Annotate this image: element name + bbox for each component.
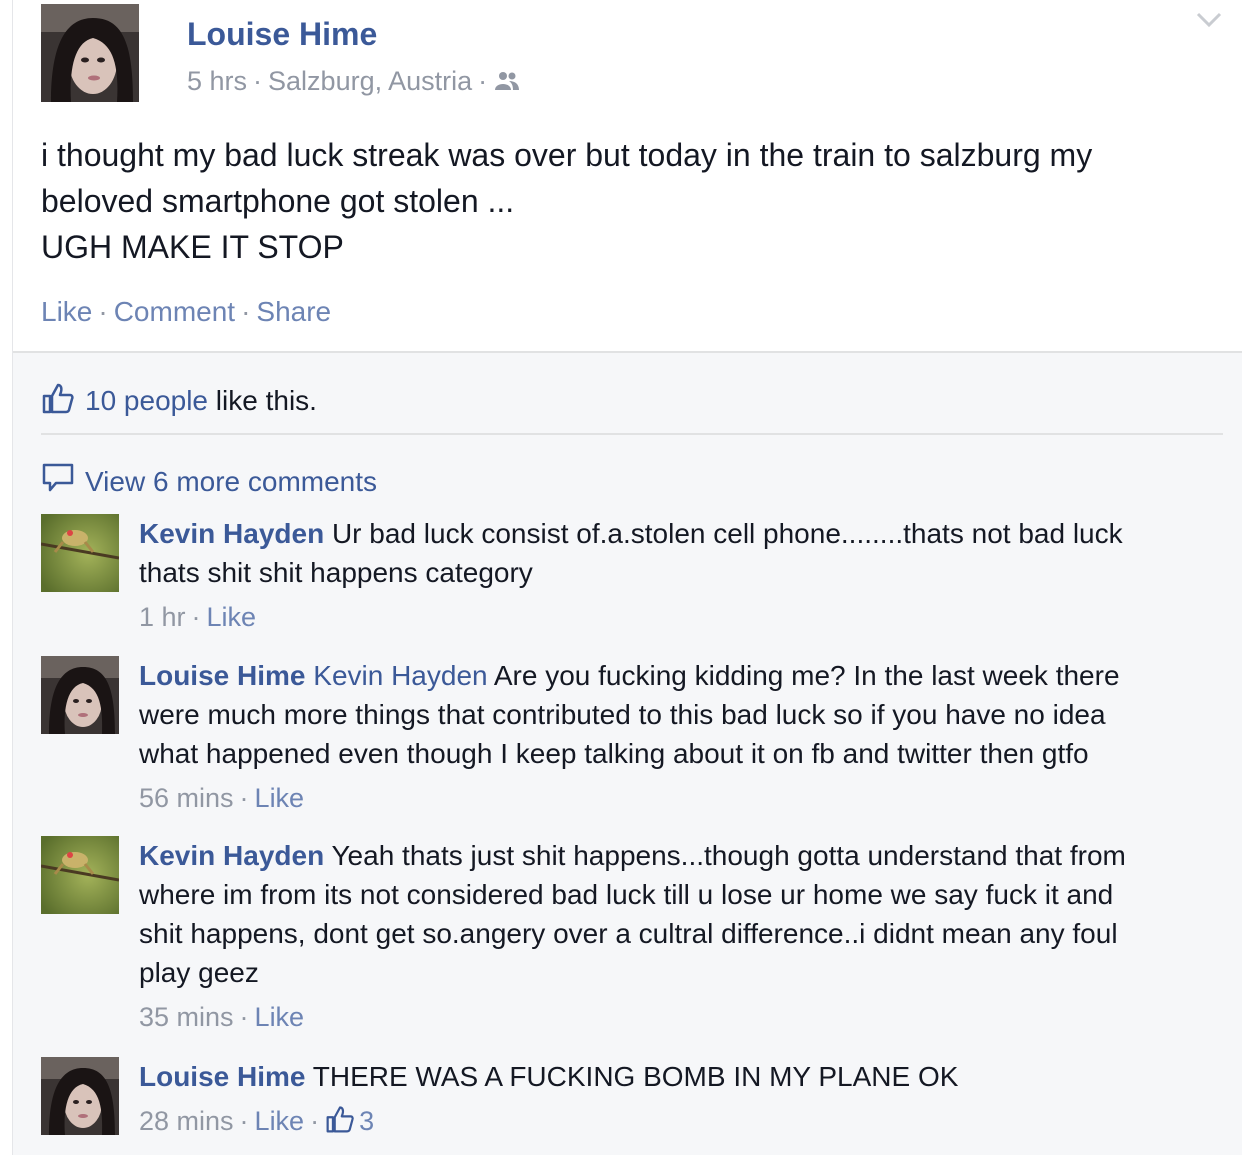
comment-text: THERE WAS A FUCKING BOMB IN MY PLANE OK (305, 1061, 959, 1092)
comment-body: Kevin Hayden Ur bad luck consist of.a.st… (139, 514, 1219, 637)
commenter-avatar[interactable] (41, 1057, 119, 1135)
comment-body: Louise Hime Kevin Hayden Are you fucking… (139, 656, 1219, 818)
comment-line: shit happens, dont get so.angery over a … (139, 918, 1118, 949)
view-more-comments[interactable]: View 6 more comments (41, 461, 377, 498)
author-avatar[interactable] (41, 4, 139, 102)
post-location[interactable]: Salzburg, Austria (268, 66, 472, 96)
comment-line: were much more things that contributed t… (139, 699, 1106, 730)
comment-like-link[interactable]: Like (255, 1106, 305, 1136)
separator-dot: · (310, 1106, 320, 1136)
separator-dot: · (98, 296, 108, 327)
share-link[interactable]: Share (256, 296, 331, 327)
like-link[interactable]: Like (41, 296, 92, 327)
comment-text: Are you fucking kidding me? In the last … (487, 660, 1120, 691)
separator-dot: · (239, 783, 249, 813)
comment-text: Ur bad luck consist of.a.stolen cell pho… (324, 518, 1123, 549)
likes-suffix: like this. (208, 385, 317, 416)
frog-photo-icon (41, 514, 119, 592)
comment-line: thats shit shit happens category (139, 557, 533, 588)
commenter-name[interactable]: Louise Hime (139, 1061, 305, 1092)
comment-body: Louise Hime THERE WAS A FUCKING BOMB IN … (139, 1057, 1219, 1141)
comment-meta: 28 mins · Like · 3 (139, 1102, 1219, 1141)
post-message: i thought my bad luck streak was over bu… (41, 132, 1201, 270)
comment-time[interactable]: 1 hr (139, 602, 186, 632)
comment-like-link[interactable]: Like (255, 783, 305, 813)
likes-summary: 10 people like this. (41, 381, 317, 417)
separator-dot: · (478, 66, 488, 96)
commenter-avatar[interactable] (41, 514, 119, 592)
commenter-name[interactable]: Kevin Hayden (139, 840, 324, 871)
comment-time[interactable]: 35 mins (139, 1002, 234, 1032)
comment-meta: 56 mins · Like (139, 779, 1219, 818)
comment-time[interactable]: 56 mins (139, 783, 234, 813)
friends-icon[interactable] (493, 68, 521, 90)
separator-dot: · (253, 66, 263, 96)
commenter-avatar[interactable] (41, 656, 119, 734)
comment-line: what happened even though I keep talking… (139, 738, 1089, 769)
post-text-line: beloved smartphone got stolen ... (41, 183, 515, 219)
mention-link[interactable]: Kevin Hayden (313, 660, 487, 691)
post-time[interactable]: 5 hrs (187, 66, 247, 96)
post-meta: 5 hrs · Salzburg, Austria · (187, 66, 521, 97)
commenter-avatar[interactable] (41, 836, 119, 914)
comment-bubble-icon (41, 461, 75, 495)
separator-dot: · (191, 602, 201, 632)
comment-like-count[interactable]: 3 (359, 1106, 374, 1136)
separator-dot: · (239, 1002, 249, 1032)
comments-section: 10 people like this. View 6 more comment… (13, 351, 1242, 1155)
comment-like-link[interactable]: Like (255, 1002, 305, 1032)
post-actions: Like · Comment · Share (41, 296, 331, 328)
commenter-name[interactable]: Kevin Hayden (139, 518, 324, 549)
frog-photo-icon (41, 836, 119, 914)
separator-dot: · (239, 1106, 249, 1136)
thumbs-up-icon (41, 381, 75, 415)
post-text-line: i thought my bad luck streak was over bu… (41, 137, 1093, 173)
separator-dot: · (241, 296, 251, 327)
comment-meta: 1 hr · Like (139, 598, 1219, 637)
woman-photo-icon (41, 4, 139, 102)
chevron-down-icon[interactable] (1194, 8, 1224, 32)
likers-link[interactable]: 10 people (85, 385, 208, 416)
news-feed-post: Louise Hime 5 hrs · Salzburg, Austria · i t… (12, 0, 1242, 1155)
comment-text: Yeah thats just shit happens...though go… (324, 840, 1126, 871)
comment-line: play geez (139, 957, 259, 988)
comment-link[interactable]: Comment (114, 296, 235, 327)
post-author-name[interactable]: Louise Hime (187, 16, 377, 53)
post-header: Louise Hime 5 hrs · Salzburg, Austria · (41, 4, 520, 102)
view-more-label: View 6 more comments (85, 466, 378, 497)
comment-body: Kevin Hayden Yeah thats just shit happen… (139, 836, 1219, 1037)
commenter-name[interactable]: Louise Hime (139, 660, 305, 691)
comment-meta: 35 mins · Like (139, 998, 1219, 1037)
woman-photo-icon (41, 656, 119, 734)
comment-line: Kevin Hayden Ur bad luck consist of.a.st… (139, 514, 1219, 553)
post-text-line: UGH MAKE IT STOP (41, 229, 344, 265)
comment-line: Louise Hime THERE WAS A FUCKING BOMB IN … (139, 1057, 1219, 1096)
divider (41, 433, 1223, 435)
comment-line: Louise Hime Kevin Hayden Are you fucking… (139, 656, 1219, 695)
comment-like-link[interactable]: Like (207, 602, 257, 632)
comment-time[interactable]: 28 mins (139, 1106, 234, 1136)
woman-photo-icon (41, 1057, 119, 1135)
comment-line: where im from its not considered bad luc… (139, 879, 1114, 910)
thumbs-up-icon[interactable] (325, 1104, 355, 1134)
comment-line: Kevin Hayden Yeah thats just shit happen… (139, 836, 1219, 875)
